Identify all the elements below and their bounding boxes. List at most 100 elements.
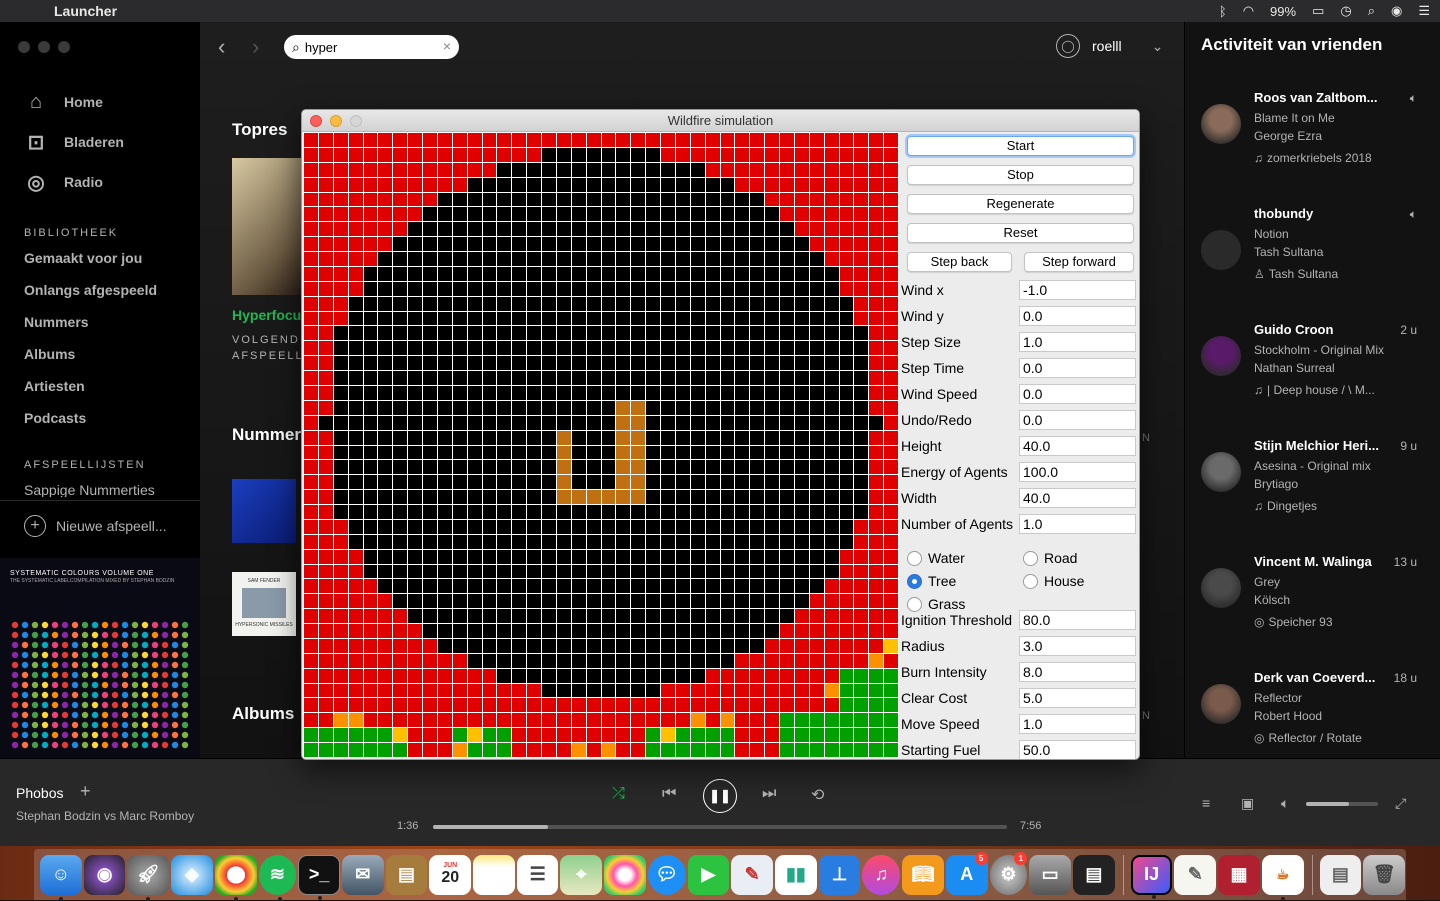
grid-cell[interactable] (794, 668, 809, 683)
grid-cell[interactable] (631, 490, 646, 505)
grid-cell[interactable] (839, 564, 854, 579)
grid-cell[interactable] (542, 281, 556, 296)
grid-cell[interactable] (527, 415, 541, 430)
grid-cell[interactable] (393, 505, 408, 519)
grid-cell[interactable] (809, 534, 824, 549)
library-item-podcasts[interactable]: Podcasts (24, 410, 86, 426)
grid-cell[interactable] (631, 445, 646, 460)
grid-cell[interactable] (765, 400, 779, 415)
grid-cell[interactable] (408, 400, 422, 415)
grid-cell[interactable] (333, 638, 348, 653)
grid-cell[interactable] (527, 609, 541, 624)
grid-cell[interactable] (542, 579, 556, 594)
grid-cell[interactable] (735, 430, 750, 445)
volume-slider[interactable] (1306, 802, 1378, 806)
grid-cell[interactable] (661, 683, 675, 698)
grid-cell[interactable] (527, 177, 541, 192)
grid-cell[interactable] (423, 237, 437, 252)
grid-cell[interactable] (393, 728, 408, 743)
grid-cell[interactable] (720, 430, 735, 445)
grid-cell[interactable] (735, 475, 750, 490)
grid-cell[interactable] (631, 728, 646, 743)
grid-cell[interactable] (661, 609, 675, 624)
grid-cell[interactable] (631, 266, 646, 281)
grid-cell[interactable] (452, 400, 467, 415)
grid-cell[interactable] (393, 445, 408, 460)
grid-cell[interactable] (586, 266, 601, 281)
grid-cell[interactable] (437, 624, 452, 638)
grid-cell[interactable] (586, 222, 601, 237)
grid-cell[interactable] (378, 237, 393, 252)
grid-cell[interactable] (854, 192, 869, 207)
grid-cell[interactable] (601, 177, 616, 192)
grid-cell[interactable] (646, 609, 660, 624)
reset-button[interactable]: Reset (907, 223, 1134, 243)
grid-cell[interactable] (690, 445, 705, 460)
grid-cell[interactable] (467, 624, 482, 638)
grid-cell[interactable] (780, 177, 794, 192)
grid-cell[interactable] (854, 579, 869, 594)
grid-cell[interactable] (839, 534, 854, 549)
grid-cell[interactable] (571, 460, 586, 475)
grid-cell[interactable] (765, 133, 779, 147)
grid-cell[interactable] (705, 400, 720, 415)
grid-cell[interactable] (512, 147, 527, 162)
grid-cell[interactable] (437, 296, 452, 311)
grid-cell[interactable] (631, 252, 646, 266)
grid-cell[interactable] (542, 445, 556, 460)
grid-cell[interactable] (631, 683, 646, 698)
grid-cell[interactable] (646, 519, 660, 534)
java-icon[interactable]: ☕︎ (1261, 854, 1304, 901)
grid-cell[interactable] (304, 564, 318, 579)
grid-cell[interactable] (348, 683, 363, 698)
grid-cell[interactable] (690, 385, 705, 400)
grid-cell[interactable] (542, 638, 556, 653)
grid-cell[interactable] (720, 624, 735, 638)
grid-cell[interactable] (512, 222, 527, 237)
grid-cell[interactable] (869, 415, 884, 430)
grid-cell[interactable] (571, 564, 586, 579)
grid-cell[interactable] (690, 579, 705, 594)
grid-cell[interactable] (750, 371, 765, 385)
grid-cell[interactable] (616, 460, 631, 475)
grid-cell[interactable] (631, 698, 646, 713)
grid-cell[interactable] (378, 341, 393, 356)
grid-cell[interactable] (408, 177, 422, 192)
grid-cell[interactable] (467, 475, 482, 490)
grid-cell[interactable] (675, 653, 690, 668)
param-input[interactable]: 3.0 (1019, 636, 1136, 656)
grid-cell[interactable] (869, 252, 884, 266)
grid-cell[interactable] (497, 490, 512, 505)
grid-cell[interactable] (542, 683, 556, 698)
grid-cell[interactable] (423, 445, 437, 460)
grid-cell[interactable] (304, 311, 318, 326)
param-input[interactable]: 1.0 (1019, 514, 1136, 534)
grid-cell[interactable] (318, 713, 333, 728)
grid-cell[interactable] (780, 266, 794, 281)
grid-cell[interactable] (675, 162, 690, 177)
grid-cell[interactable] (452, 326, 467, 341)
grid-cell[interactable] (884, 460, 898, 475)
grid-cell[interactable] (467, 549, 482, 564)
grid-cell[interactable] (661, 177, 675, 192)
grid-cell[interactable] (661, 713, 675, 728)
grid-cell[interactable] (423, 728, 437, 743)
grid-cell[interactable] (780, 609, 794, 624)
grid-cell[interactable] (482, 505, 497, 519)
grid-cell[interactable] (527, 192, 541, 207)
grid-cell[interactable] (809, 430, 824, 445)
grid-cell[interactable] (586, 490, 601, 505)
grid-cell[interactable] (794, 207, 809, 222)
grid-cell[interactable] (794, 728, 809, 743)
grid-cell[interactable] (884, 371, 898, 385)
grid-cell[interactable] (824, 609, 839, 624)
grid-cell[interactable] (333, 519, 348, 534)
grid-cell[interactable] (720, 296, 735, 311)
disk-utility-icon[interactable]: ▤ (1073, 854, 1115, 895)
grid-cell[interactable] (408, 624, 422, 638)
grid-cell[interactable] (482, 609, 497, 624)
grid-cell[interactable] (437, 579, 452, 594)
grid-cell[interactable] (467, 668, 482, 683)
minimize-dot[interactable] (38, 41, 50, 53)
grid-cell[interactable] (705, 207, 720, 222)
